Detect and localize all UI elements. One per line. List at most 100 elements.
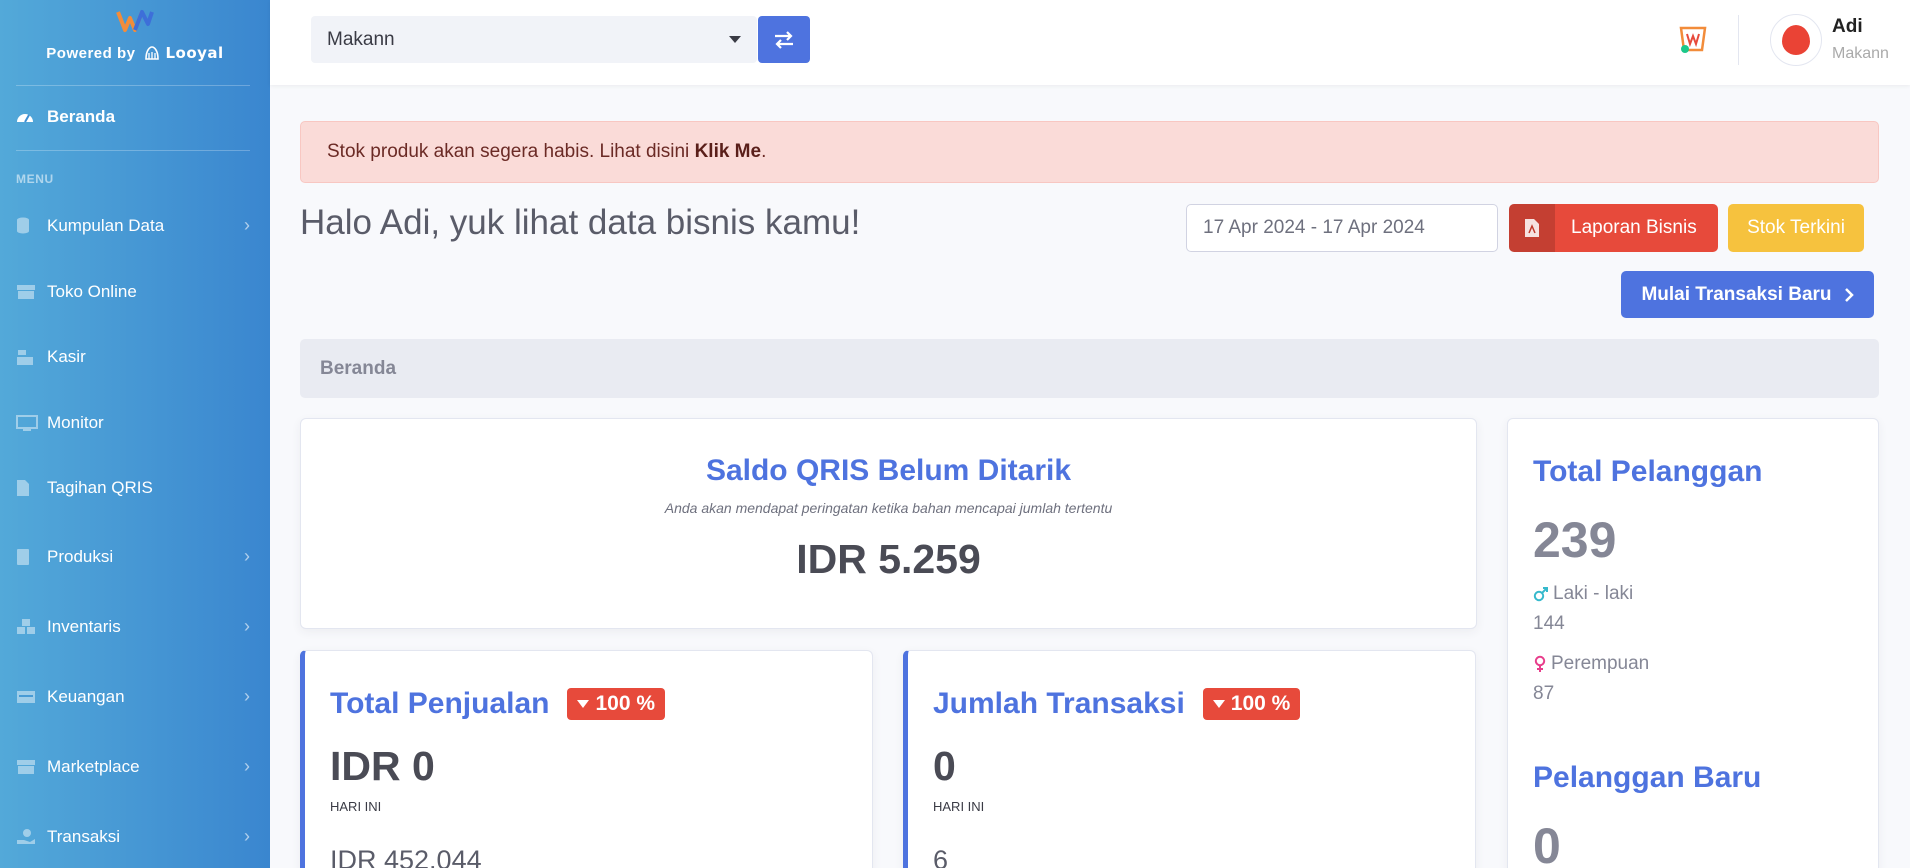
store-select-value: Makann [327,28,395,50]
brand: Powered by Looyal [0,0,270,85]
money-icon [16,688,38,706]
total-pelanggan-value: 239 [1533,512,1617,568]
sidebar-item-label: Toko Online [47,282,137,301]
store-select[interactable]: Makann [311,16,757,63]
change-badge-value: 100 % [595,692,656,715]
qris-value: IDR 5.259 [796,536,981,582]
male-value: 144 [1533,613,1565,634]
exchange-icon [775,30,793,49]
female-icon [1534,655,1546,672]
stat-value: 0 [933,743,956,789]
powered-by: Powered by Looyal [46,44,223,62]
book-icon [16,548,38,566]
chevron-right-icon [1844,287,1854,302]
card-header: Jumlah Transaksi 100 % [933,687,1301,721]
caret-down-icon [577,700,590,708]
sidebar-item-toko-online[interactable]: Toko Online [16,282,250,302]
sidebar-item-transaksi[interactable]: Transaksi › [16,826,250,847]
stat-previous: IDR 452.044 [330,845,482,868]
sidebar-item-keuangan[interactable]: Keuangan › [16,686,250,707]
chevron-right-icon: › [244,756,250,776]
sidebar-item-label: Produksi [47,546,114,566]
chevron-right-icon: › [244,616,250,636]
chevron-right-icon: › [244,826,250,846]
stat-label: HARI INI [330,799,382,814]
store-icon [16,283,38,301]
monitor-icon [16,414,38,432]
sidebar-item-label: Monitor [47,413,104,432]
change-badge: 100 % [567,688,666,720]
topbar: Makann Adi Makann [270,0,1910,85]
sidebar-item-label: Tagihan QRIS [47,478,153,497]
store-icon [16,758,38,776]
sidebar-item-kumpulan-data[interactable]: Kumpulan Data › [16,215,250,236]
date-range-input[interactable]: 17 Apr 2024 - 17 Apr 2024 [1186,204,1498,252]
jumlah-transaksi-card: Jumlah Transaksi 100 % 0 HARI INI 6 [903,650,1476,868]
sidebar-item-produksi[interactable]: Produksi › [16,546,250,567]
sidebar-item-beranda[interactable]: Beranda [16,107,250,127]
sidebar-item-label: Kumpulan Data [47,215,165,235]
breadcrumb: Beranda [300,339,1879,398]
qris-subtitle: Anda akan mendapat peringatan ketika bah… [664,500,1113,516]
sidebar-item-marketplace[interactable]: Marketplace › [16,756,250,777]
qris-balance-card: Saldo QRIS Belum Ditarik Anda akan menda… [300,418,1477,629]
sidebar-item-monitor[interactable]: Monitor [16,413,250,433]
pelanggan-baru-value: 0 [1533,818,1561,868]
laporan-bisnis-button[interactable]: Laporan Bisnis [1509,204,1718,252]
sidebar-item-label: Kasir [47,347,86,366]
app-logo-icon[interactable] [116,8,154,34]
female-row: Perempuan [1533,653,1649,675]
file-icon [16,479,38,497]
sidebar-divider [16,150,250,151]
switch-store-button[interactable] [758,16,810,63]
card-header: Total Penjualan 100 % [330,687,666,721]
user-store: Makann [1832,45,1889,62]
sidebar-divider [16,85,250,86]
stok-terkini-button[interactable]: Stok Terkini [1728,204,1864,252]
chevron-right-icon: › [244,686,250,706]
stat-previous: 6 [933,845,949,868]
page-title: Halo Adi, yuk lihat data bisnis kamu! [300,203,861,242]
looyal-brand: Looyal [143,44,223,62]
change-badge: 100 % [1202,688,1301,720]
looyal-label: Looyal [165,44,224,62]
female-label: Perempuan [1551,653,1650,674]
low-stock-alert: Stok produk akan segera habis. Lihat dis… [300,121,1879,183]
sidebar-item-label: Beranda [47,107,116,126]
topbar-divider [1738,15,1739,65]
mulai-transaksi-button[interactable]: Mulai Transaksi Baru [1621,271,1874,318]
alert-text: Stok produk akan segera habis. Lihat dis… [327,141,690,162]
mulai-transaksi-label: Mulai Transaksi Baru [1641,283,1832,305]
total-penjualan-card: Total Penjualan 100 % IDR 0 HARI INI IDR… [300,650,873,868]
sidebar-item-label: Marketplace [47,756,140,776]
male-icon [1533,587,1548,602]
boxes-icon [16,618,38,636]
male-row: Laki - laki [1533,583,1633,605]
female-value: 87 [1533,683,1555,704]
dashboard-icon [16,108,38,126]
sidebar-item-kasir[interactable]: Kasir [16,347,250,367]
stat-value: IDR 0 [330,743,435,789]
notification-app-icon[interactable] [1675,22,1711,58]
sidebar-item-label: Inventaris [47,616,121,636]
cash-register-icon [16,348,38,366]
user-name[interactable]: Adi [1832,16,1863,38]
stat-label: HARI INI [933,799,985,814]
hand-holding-icon [16,828,38,846]
alert-link[interactable]: Klik Me [695,141,762,163]
looyal-logo-icon [145,46,160,60]
database-icon [16,217,38,235]
pdf-icon [1509,204,1555,252]
powered-by-label: Powered by [46,44,136,62]
alert-suffix: . [761,141,767,162]
chevron-right-icon: › [244,546,250,566]
avatar-image [1782,25,1810,55]
sidebar-item-inventaris[interactable]: Inventaris › [16,616,250,637]
sidebar-item-label: Keuangan [47,686,125,706]
laporan-bisnis-label: Laporan Bisnis [1571,217,1697,238]
sidebar-item-tagihan-qris[interactable]: Tagihan QRIS [16,478,250,498]
avatar[interactable] [1770,14,1822,66]
sidebar-heading: MENU [16,172,54,186]
caret-down-icon [1212,700,1225,708]
card-title: Total Penjualan [330,687,550,720]
